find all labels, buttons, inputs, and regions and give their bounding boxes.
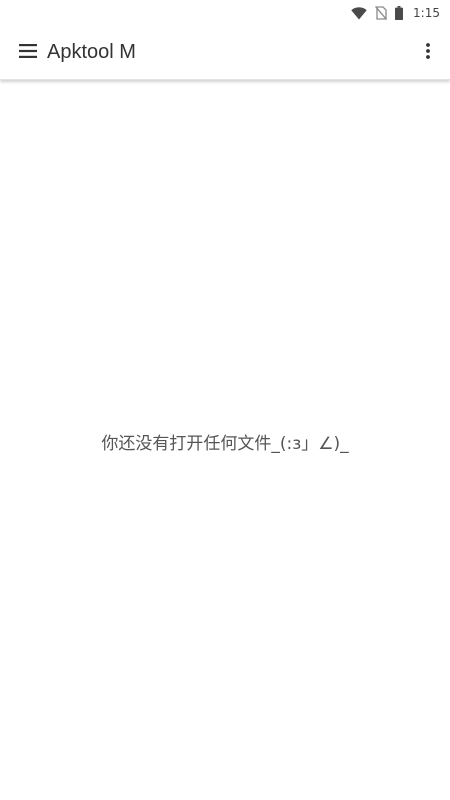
more-vert-icon bbox=[426, 42, 430, 63]
no-sim-icon bbox=[375, 6, 388, 20]
status-bar: 1:15 bbox=[0, 0, 450, 26]
battery-icon bbox=[395, 6, 404, 20]
app-title: Apktool M bbox=[47, 41, 136, 63]
wifi-icon bbox=[351, 6, 367, 20]
more-options-button[interactable] bbox=[406, 26, 450, 80]
menu-icon bbox=[19, 43, 37, 62]
empty-state-message: 你还没有打开任何文件_(:з」∠)_ bbox=[101, 434, 349, 454]
app-bar: Apktool M bbox=[0, 26, 450, 80]
status-time: 1:15 bbox=[413, 6, 440, 20]
screen: 1:15 Apktool M 你还没有打开任何文件_(:з」∠)_ bbox=[0, 0, 450, 800]
main-content: 你还没有打开任何文件_(:з」∠)_ bbox=[0, 81, 450, 800]
